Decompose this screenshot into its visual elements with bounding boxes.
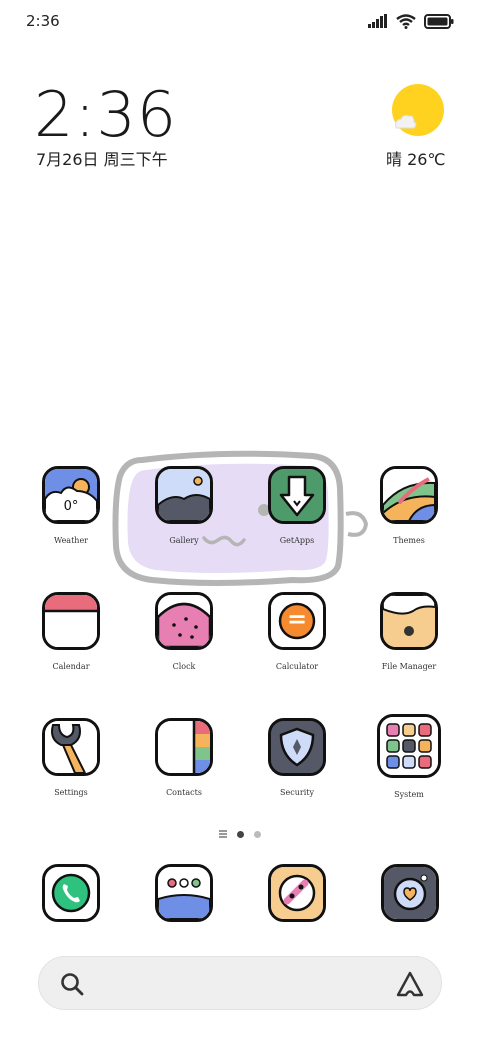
status-bar: 2:36 — [0, 0, 480, 44]
signal-icon — [368, 14, 387, 28]
file-manager-app-icon — [380, 592, 438, 650]
app-calendar[interactable]: Calendar — [21, 592, 121, 671]
system-folder-icon — [377, 714, 441, 778]
status-icons — [368, 12, 454, 30]
app-label: Settings — [54, 788, 88, 797]
search-bar[interactable] — [38, 956, 442, 1010]
security-app-icon — [268, 718, 326, 776]
camera-icon[interactable] — [381, 864, 439, 922]
getapps-app-icon — [268, 466, 326, 524]
app-label: Gallery — [169, 536, 199, 545]
app-themes[interactable]: Themes — [359, 466, 459, 545]
app-gallery[interactable]: Gallery — [134, 466, 234, 545]
app-contacts[interactable]: Contacts — [134, 718, 234, 797]
app-label: File Manager — [381, 662, 437, 671]
contacts-app-icon — [155, 718, 213, 776]
app-clock[interactable]: Clock — [134, 592, 234, 671]
themes-app-icon — [380, 466, 438, 524]
app-getapps[interactable]: GetApps — [247, 466, 347, 545]
browser-icon[interactable] — [268, 864, 326, 922]
app-file-manager[interactable]: File Manager — [359, 592, 459, 671]
wifi-icon — [396, 13, 416, 29]
app-drawer-lines-icon[interactable] — [219, 830, 227, 838]
app-label: Calendar — [52, 662, 90, 671]
app-calculator[interactable]: = Calculator — [247, 592, 347, 671]
gallery-app-icon — [155, 466, 213, 524]
clock-app-icon — [155, 592, 213, 650]
weather-app-icon: 0° — [42, 466, 100, 524]
app-label: Calculator — [275, 662, 319, 671]
app-settings[interactable]: Settings — [21, 718, 121, 797]
assistant-icon[interactable] — [395, 970, 425, 998]
app-label: Contacts — [166, 788, 202, 797]
search-icon[interactable] — [59, 971, 85, 997]
app-label: System — [394, 790, 424, 799]
app-label: GetApps — [279, 536, 315, 545]
weather-summary: 晴 26℃ — [386, 150, 446, 169]
home-clock-date: 7月26日 周三下午 — [36, 150, 168, 169]
page-dot-active[interactable] — [237, 830, 244, 838]
app-label: Themes — [393, 536, 425, 545]
equals-glyph: = — [286, 605, 308, 633]
weather-app-temperature: 0° — [63, 499, 79, 514]
calendar-app-icon — [42, 592, 100, 650]
app-security[interactable]: Security — [247, 718, 347, 797]
sun-cloud-icon[interactable] — [390, 84, 444, 138]
battery-icon — [424, 13, 454, 29]
page-dot[interactable] — [254, 830, 261, 838]
page-indicator[interactable] — [0, 830, 480, 838]
app-system-folder[interactable]: System — [359, 714, 459, 799]
app-weather[interactable]: 0° Weather — [21, 466, 121, 545]
settings-app-icon — [42, 718, 100, 776]
status-time: 2:36 — [26, 12, 60, 30]
messages-icon[interactable] — [155, 864, 213, 922]
app-label: Weather — [54, 536, 88, 545]
phone-icon[interactable] — [42, 864, 100, 922]
calculator-app-icon: = — [268, 592, 326, 650]
app-label: Security — [280, 788, 314, 797]
home-clock-time[interactable]: 2:36 — [34, 78, 177, 151]
app-label: Clock — [172, 662, 196, 671]
